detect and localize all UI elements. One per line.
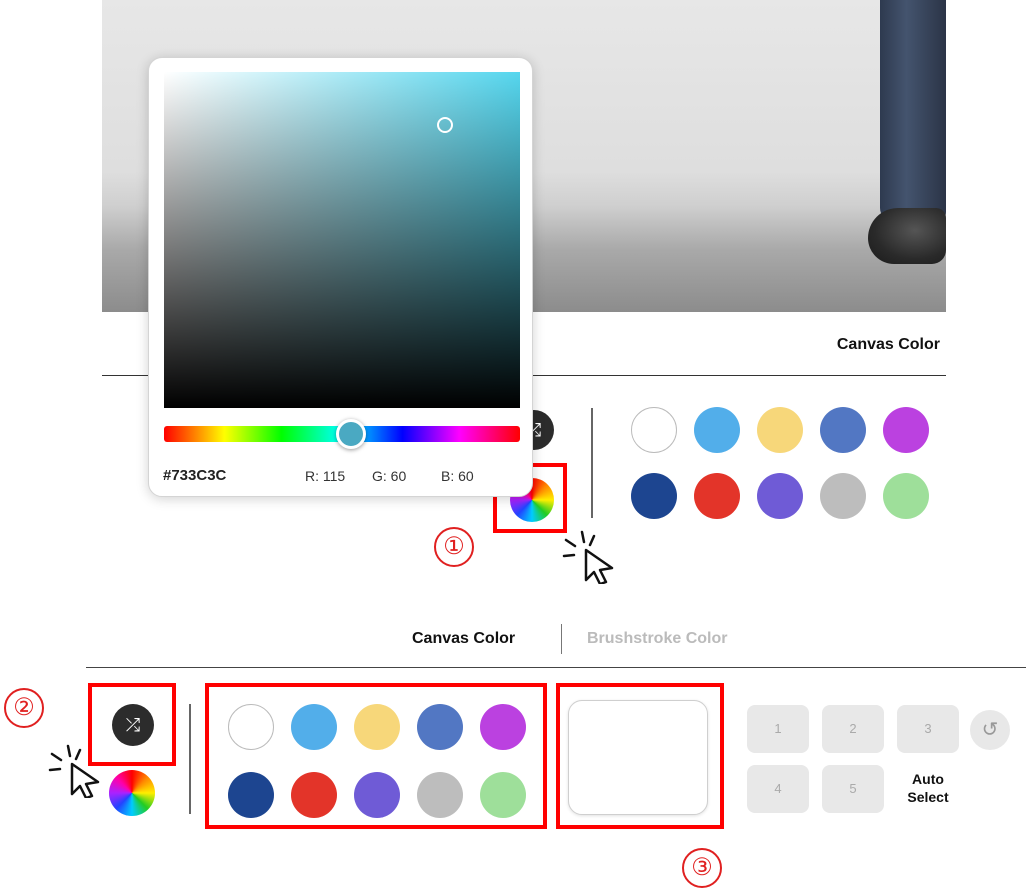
color-picker-popup: #733C3C R: 115 G: 60 B: 60 [148,57,533,497]
color-swatch[interactable] [354,772,400,818]
color-slot-1[interactable]: 1 [747,705,809,753]
hex-value: #733C3C [163,467,227,484]
annotation-number-3: ③ [682,848,722,888]
toolbar-separator [591,408,593,518]
annotation-number-1: ① [434,527,474,567]
color-swatch[interactable] [631,473,677,519]
color-wheel-icon[interactable] [109,770,155,816]
color-swatch[interactable] [291,772,337,818]
person-legs-image [880,0,946,222]
tab-separator [561,624,562,654]
color-swatch[interactable] [883,473,929,519]
color-swatch[interactable] [354,704,400,750]
color-swatch[interactable] [757,407,803,453]
canvas-color-heading: Canvas Color [836,336,940,353]
color-slot-4[interactable]: 4 [747,765,809,813]
color-preview-box[interactable] [568,700,708,815]
saturation-value-handle[interactable] [437,117,453,133]
toolbar-separator [189,704,191,814]
color-swatch[interactable] [228,772,274,818]
color-swatch[interactable] [480,704,526,750]
color-swatch[interactable] [631,407,677,453]
tab-brushstroke-color[interactable]: Brushstroke Color [587,630,727,648]
hue-slider-handle[interactable] [336,419,366,449]
green-value: G: 60 [372,468,407,484]
color-slot-3[interactable]: 3 [897,705,959,753]
annotation-number-2: ② [4,688,44,728]
color-swatch[interactable] [883,407,929,453]
color-swatch[interactable] [820,407,866,453]
color-swatch[interactable] [820,473,866,519]
click-cursor-icon [562,530,614,584]
color-swatch[interactable] [417,704,463,750]
color-swatch[interactable] [291,704,337,750]
color-slot-2[interactable]: 2 [822,705,884,753]
color-swatch[interactable] [694,473,740,519]
auto-select-label: Auto Select [907,771,949,805]
blue-value: B: 60 [441,468,474,484]
saturation-value-area[interactable] [164,72,520,408]
color-swatch[interactable] [417,772,463,818]
color-slot-5[interactable]: 5 [822,765,884,813]
color-swatch[interactable] [228,704,274,750]
color-swatch[interactable] [694,407,740,453]
tab-canvas-color[interactable]: Canvas Color [412,630,515,648]
click-cursor-icon [48,744,100,798]
color-swatch[interactable] [480,772,526,818]
auto-select-button[interactable]: Auto Select [898,770,958,806]
shoe-image [868,208,946,264]
shuffle-icon[interactable]: ⤮ [112,704,154,746]
undo-icon[interactable]: ↺ [970,710,1010,750]
color-swatch[interactable] [757,473,803,519]
red-value: R: 115 [305,468,346,484]
panel-divider [86,667,1026,668]
